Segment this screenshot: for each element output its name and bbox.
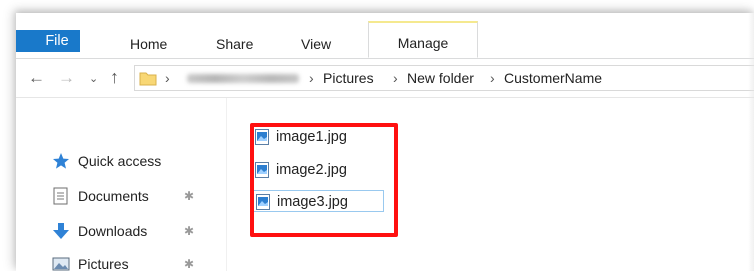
- pictures-icon: [52, 257, 70, 271]
- arrow-left-icon: ←: [28, 68, 45, 87]
- ribbon: File Home Share View Manage: [16, 13, 754, 59]
- back-button[interactable]: ←: [28, 68, 45, 88]
- breadcrumb-separator[interactable]: ›: [490, 70, 495, 86]
- explorer-window: File Home Share View Manage ← → ⌄ ↑ › › …: [16, 13, 754, 271]
- breadcrumb-pictures[interactable]: Pictures: [323, 70, 374, 86]
- redacted-breadcrumb: [187, 74, 299, 83]
- pin-icon[interactable]: ✱: [184, 185, 194, 207]
- breadcrumb-separator[interactable]: ›: [393, 70, 398, 86]
- pane-divider: [226, 98, 227, 271]
- arrow-right-icon: →: [58, 68, 75, 87]
- image-file-icon: [256, 194, 270, 210]
- breadcrumb-separator[interactable]: ›: [309, 70, 314, 86]
- star-icon: [53, 153, 69, 169]
- sidebar-item-label: Documents: [78, 188, 149, 204]
- tab-share[interactable]: Share: [216, 30, 253, 58]
- file-name: image2.jpg: [276, 162, 347, 178]
- file-item-image1[interactable]: image1.jpg: [252, 126, 353, 148]
- download-icon: [53, 223, 69, 239]
- file-item-image3[interactable]: image3.jpg: [252, 190, 384, 212]
- tab-view[interactable]: View: [301, 30, 331, 58]
- file-name: image1.jpg: [276, 129, 347, 145]
- folder-icon: [139, 72, 157, 86]
- chevron-down-icon: ⌄: [89, 73, 99, 85]
- sidebar-item-label: Downloads: [78, 223, 148, 239]
- pin-icon[interactable]: ✱: [184, 220, 194, 242]
- navigation-pane: Quick access Documents ✱ Downloads ✱ Pic…: [16, 98, 226, 271]
- tab-home[interactable]: Home: [130, 30, 167, 58]
- navigation-bar: ← → ⌄ ↑ › › Pictures › New folder › Cust…: [16, 59, 754, 98]
- sidebar-item-label: Pictures: [78, 256, 129, 271]
- breadcrumb-new-folder[interactable]: New folder: [407, 70, 474, 86]
- forward-button[interactable]: →: [58, 68, 75, 88]
- sidebar-item-label: Quick access: [78, 153, 162, 169]
- documents-icon: [53, 187, 68, 205]
- file-name: image3.jpg: [277, 194, 348, 210]
- recent-locations-button[interactable]: ⌄: [89, 72, 98, 85]
- arrow-up-icon: ↑: [110, 67, 119, 87]
- edge-fade: [748, 13, 754, 271]
- image-file-icon: [255, 129, 269, 145]
- pin-icon[interactable]: ✱: [184, 253, 194, 271]
- up-button[interactable]: ↑: [110, 67, 119, 88]
- address-bar[interactable]: › › Pictures › New folder › CustomerName: [134, 65, 754, 91]
- file-item-image2[interactable]: image2.jpg: [252, 159, 353, 181]
- breadcrumb-customername[interactable]: CustomerName: [504, 70, 602, 86]
- tab-file[interactable]: File: [16, 30, 80, 52]
- breadcrumb-separator[interactable]: ›: [165, 70, 170, 86]
- tab-manage[interactable]: Manage: [368, 21, 478, 58]
- image-file-icon: [255, 162, 269, 178]
